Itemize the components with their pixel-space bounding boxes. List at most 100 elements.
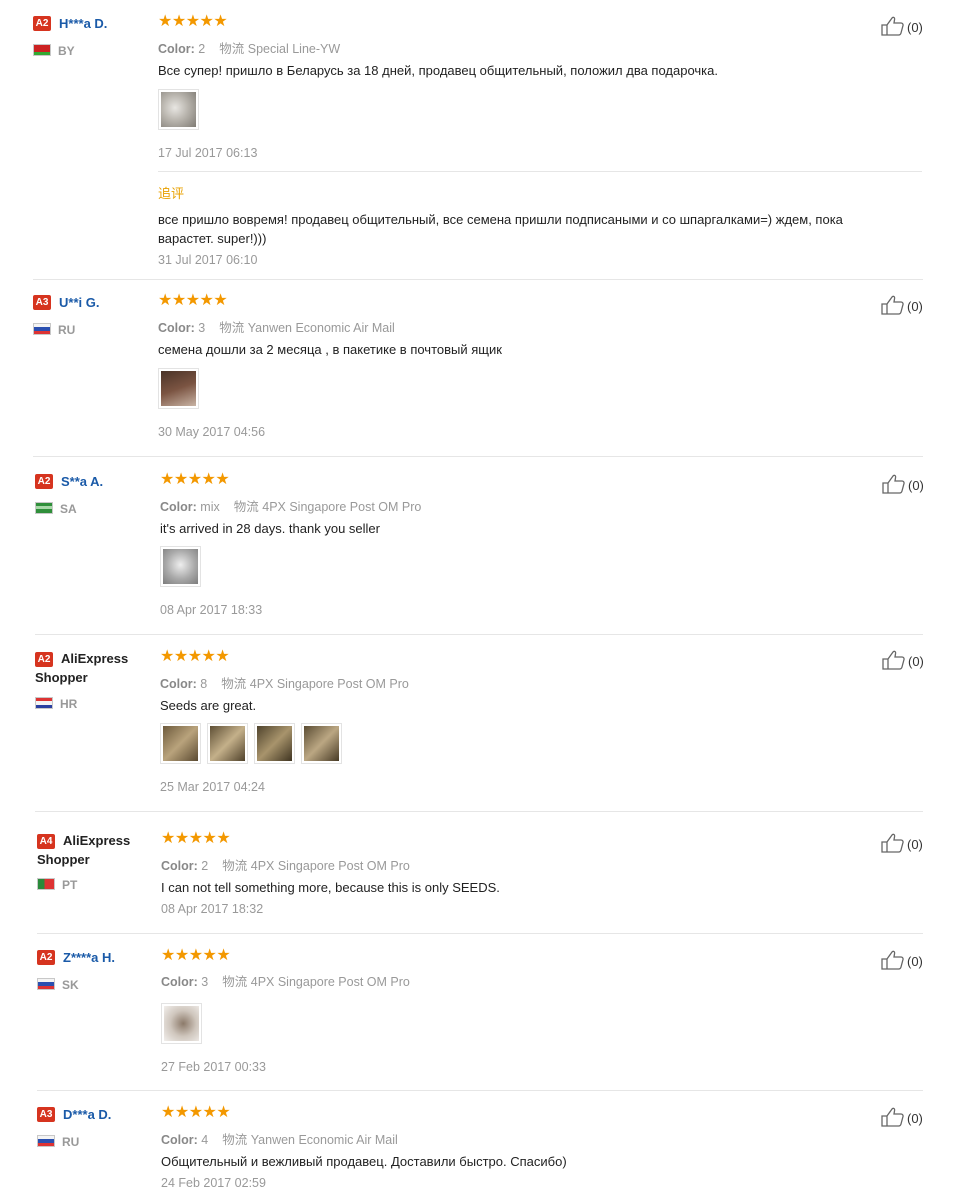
rating-stars: ★★★★★ bbox=[160, 471, 230, 488]
color-label: Color: bbox=[158, 321, 195, 335]
country-flag-icon bbox=[37, 878, 55, 890]
logistics-value: 4PX Singapore Post OM Pro bbox=[249, 677, 409, 691]
buyer-country: SA bbox=[60, 502, 77, 516]
helpful-button[interactable]: (0) bbox=[881, 16, 923, 36]
color-label: Color: bbox=[161, 859, 198, 873]
color-value: 3 bbox=[198, 321, 206, 335]
review-photo[interactable] bbox=[158, 368, 199, 409]
helpful-count: (0) bbox=[907, 1111, 923, 1126]
review-text: Seeds are great. bbox=[160, 698, 257, 713]
country-flag-icon bbox=[33, 44, 51, 56]
review-divider bbox=[33, 456, 923, 457]
thumbs-up-icon bbox=[881, 295, 904, 315]
additional-review-text: все пришло вовремя! продавец общительный… bbox=[158, 212, 843, 246]
thumbs-up-icon bbox=[882, 650, 905, 670]
review-photo[interactable] bbox=[160, 723, 201, 764]
buyer-level-badge: A3 bbox=[37, 1107, 55, 1122]
buyer-name[interactable]: D***a D. bbox=[63, 1107, 111, 1122]
review-divider bbox=[35, 811, 923, 812]
thumbs-up-icon bbox=[882, 474, 905, 494]
review-photo[interactable] bbox=[158, 89, 199, 130]
helpful-count: (0) bbox=[907, 954, 923, 969]
thumbs-up-icon bbox=[881, 833, 904, 853]
rating-stars: ★★★★★ bbox=[161, 830, 231, 847]
buyer-name[interactable]: U**i G. bbox=[59, 295, 99, 310]
review-photo[interactable] bbox=[254, 723, 295, 764]
review-photo[interactable] bbox=[160, 546, 201, 587]
review-photo[interactable] bbox=[161, 1003, 202, 1044]
order-info: Color: 8 物流 4PX Singapore Post OM Pro bbox=[160, 673, 409, 692]
buyer-name[interactable]: AliExpress Shopper bbox=[37, 831, 147, 869]
color-label: Color: bbox=[160, 500, 197, 514]
rating-stars: ★★★★★ bbox=[160, 648, 230, 665]
review-photo[interactable] bbox=[207, 723, 248, 764]
buyer-name[interactable]: S**a A. bbox=[61, 474, 103, 489]
review-date: 08 Apr 2017 18:33 bbox=[160, 603, 263, 617]
review-text: Общительный и вежливый продавец. Достави… bbox=[161, 1154, 567, 1169]
buyer-level-badge: A2 bbox=[33, 16, 51, 31]
review-date: 24 Feb 2017 02:59 bbox=[161, 1176, 266, 1190]
rating-stars: ★★★★★ bbox=[158, 13, 228, 30]
review-date: 27 Feb 2017 00:33 bbox=[161, 1060, 266, 1074]
country-flag-icon bbox=[37, 978, 55, 990]
logistics-label: 物流 bbox=[222, 1133, 248, 1147]
review-text: it's arrived in 28 days. thank you selle… bbox=[160, 521, 380, 536]
logistics-value: Special Line-YW bbox=[247, 42, 341, 56]
buyer-country: HR bbox=[60, 697, 78, 711]
review-divider bbox=[33, 279, 923, 280]
review-divider bbox=[37, 933, 923, 934]
buyer-level-badge: A3 bbox=[33, 295, 51, 310]
logistics-label: 物流 bbox=[219, 321, 245, 335]
country-flag-icon bbox=[33, 323, 51, 335]
review-text: I can not tell something more, because t… bbox=[161, 880, 500, 895]
logistics-value: Yanwen Economic Air Mail bbox=[250, 1133, 398, 1147]
logistics-label: 物流 bbox=[222, 859, 248, 873]
rating-stars: ★★★★★ bbox=[161, 1104, 231, 1121]
helpful-button[interactable]: (0) bbox=[882, 650, 924, 670]
color-value: 8 bbox=[200, 677, 208, 691]
buyer-country: BY bbox=[58, 44, 75, 58]
country-flag-icon bbox=[35, 502, 53, 514]
helpful-button[interactable]: (0) bbox=[881, 950, 923, 970]
country-flag-icon bbox=[37, 1135, 55, 1147]
logistics-value: 4PX Singapore Post OM Pro bbox=[262, 500, 422, 514]
logistics-label: 物流 bbox=[233, 500, 259, 514]
order-info: Color: 4 物流 Yanwen Economic Air Mail bbox=[161, 1129, 398, 1148]
logistics-value: 4PX Singapore Post OM Pro bbox=[250, 859, 410, 873]
review-divider bbox=[35, 634, 923, 635]
color-value: mix bbox=[200, 500, 220, 514]
review-text: семена дошли за 2 месяца , в пакетике в … bbox=[158, 342, 502, 357]
helpful-button[interactable]: (0) bbox=[881, 1107, 923, 1127]
helpful-button[interactable]: (0) bbox=[881, 295, 923, 315]
buyer-country: PT bbox=[62, 878, 78, 892]
review-divider bbox=[37, 1090, 923, 1091]
color-label: Color: bbox=[158, 42, 195, 56]
order-info: Color: 3 物流 Yanwen Economic Air Mail bbox=[158, 317, 395, 336]
buyer-name[interactable]: AliExpress Shopper bbox=[35, 649, 145, 687]
review-date: 30 May 2017 04:56 bbox=[158, 425, 266, 439]
helpful-count: (0) bbox=[907, 837, 923, 852]
color-label: Color: bbox=[160, 677, 197, 691]
helpful-button[interactable]: (0) bbox=[882, 474, 924, 494]
review-date: 17 Jul 2017 06:13 bbox=[158, 146, 258, 160]
country-flag-icon bbox=[35, 697, 53, 709]
buyer-level-badge: A2 bbox=[37, 950, 55, 965]
buyer-name[interactable]: Z****a H. bbox=[63, 950, 115, 965]
color-value: 3 bbox=[201, 975, 209, 989]
order-info: Color: 3 物流 4PX Singapore Post OM Pro bbox=[161, 971, 410, 990]
review-date: 08 Apr 2017 18:32 bbox=[161, 902, 264, 916]
review-photo[interactable] bbox=[301, 723, 342, 764]
logistics-label: 物流 bbox=[219, 42, 245, 56]
buyer-country: SK bbox=[62, 978, 79, 992]
helpful-count: (0) bbox=[907, 20, 923, 35]
logistics-label: 物流 bbox=[222, 975, 248, 989]
review-text: Все супер! пришло в Беларусь за 18 дней,… bbox=[158, 63, 718, 78]
buyer-country: RU bbox=[62, 1135, 80, 1149]
color-value: 2 bbox=[198, 42, 206, 56]
buyer-name[interactable]: H***a D. bbox=[59, 16, 107, 31]
rating-stars: ★★★★★ bbox=[158, 292, 228, 309]
review-date: 25 Mar 2017 04:24 bbox=[160, 780, 265, 794]
color-label: Color: bbox=[161, 975, 198, 989]
helpful-count: (0) bbox=[907, 299, 923, 314]
helpful-button[interactable]: (0) bbox=[881, 833, 923, 853]
